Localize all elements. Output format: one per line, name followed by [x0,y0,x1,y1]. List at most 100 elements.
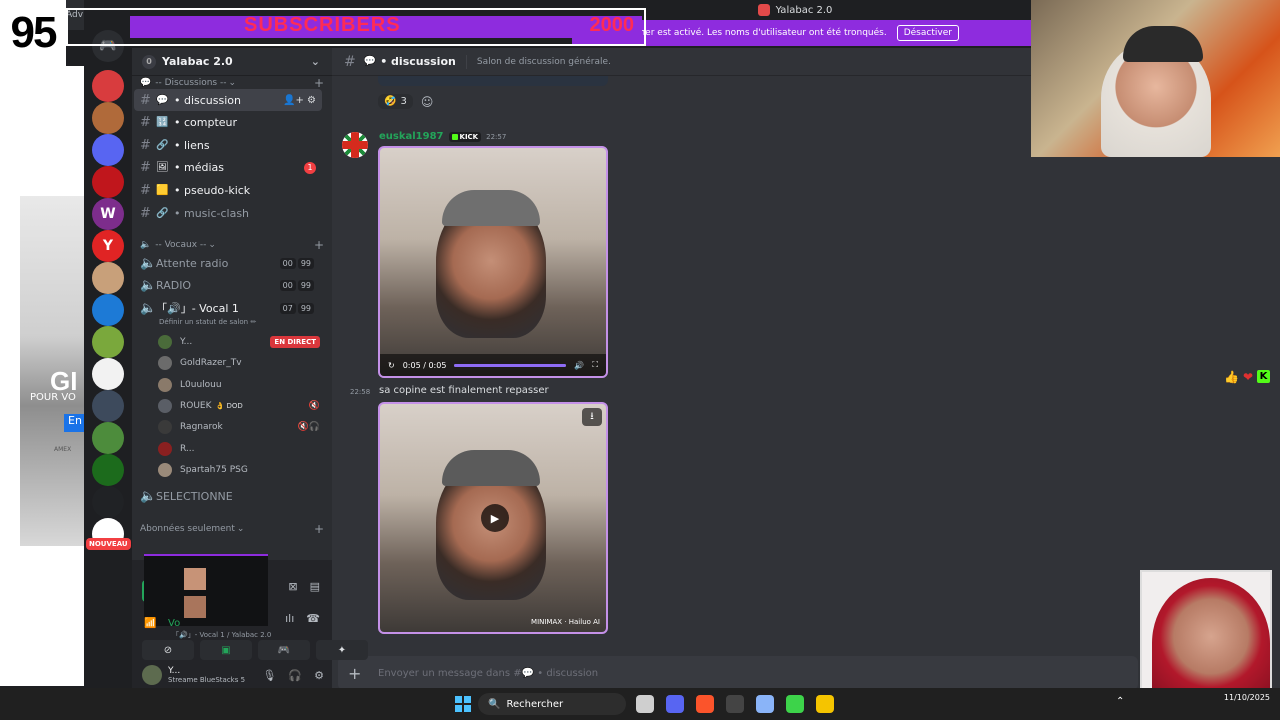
avatar[interactable] [158,398,172,413]
volume-icon[interactable]: 🔊 [574,361,584,370]
server-icon[interactable]: W [92,198,124,230]
camera-off-icon[interactable]: ⊘ [142,640,194,660]
download-icon[interactable]: ⭳ [582,408,602,426]
app-icon[interactable] [816,695,834,713]
voice-user[interactable]: Y... EN DIRECT [158,332,324,352]
voice-user[interactable]: Spartah75 PSG [158,460,324,480]
headphones-icon[interactable]: 🎧 [288,669,302,682]
avatar[interactable] [158,441,172,456]
gear-icon[interactable]: ⚙ [307,95,316,106]
server-icon[interactable] [92,262,124,294]
voice-channel-item[interactable]: 🔈 「🔊」- Vocal 1 07 99 [134,297,322,319]
screen-share-toggle-icon[interactable]: ▣ [200,640,252,660]
avatar[interactable] [158,420,172,435]
soundboard-icon[interactable]: ılı [285,612,294,625]
play-icon[interactable]: ▶ [481,504,509,532]
category-vocaux[interactable]: 🔈 -- Vocaux -- ⌄ + [140,238,324,252]
channel-sidebar: 0 Yalabac 2.0 ⌄ 💬 -- Discussions -- ⌄ + … [132,48,368,688]
channel-item[interactable]: # 🟨 • pseudo-kick [134,179,322,201]
current-user[interactable]: Y... Streame BlueStacks 5 🎙 🎧 ⚙ [132,662,332,688]
windows-start-icon[interactable] [455,696,471,712]
category-discussions[interactable]: 💬 -- Discussions -- ⌄ + [140,76,324,90]
avatar[interactable] [158,356,172,371]
chevron-down-icon[interactable]: ⌄ [311,55,320,68]
obs-icon[interactable] [726,695,744,713]
settings-icon[interactable] [756,695,774,713]
server-icon[interactable] [92,102,124,134]
channel-item[interactable]: # 🖼 • médias 1 [134,157,322,179]
add-attachment-icon[interactable]: + [348,664,362,683]
reaction-count: 3 [400,96,407,107]
voice-channel-status[interactable]: Définir un statut de salon ✏ [159,318,256,326]
add-channel-icon[interactable]: + [314,522,324,536]
server-header[interactable]: 0 Yalabac 2.0 ⌄ [132,48,332,76]
replay-icon[interactable]: ↻ [388,361,395,370]
message-input[interactable]: + Envoyer un message dans #💬 • discussio… [338,656,1138,690]
server-icon[interactable] [92,486,124,518]
stream-preview[interactable] [144,554,268,626]
server-icon[interactable]: Y [92,230,124,262]
invite-icon[interactable]: 👤+ [283,95,304,106]
soundboard-button-icon[interactable]: ✦ [316,640,368,660]
server-icon[interactable] [92,134,124,166]
brave-icon[interactable] [696,695,714,713]
video-time: 0:05 / 0:05 [402,360,447,370]
server-icon[interactable] [92,390,124,422]
reaction-laugh[interactable]: 🤣 3 [378,94,413,109]
voice-user[interactable]: L0uulouu [158,375,324,395]
taskbar-search[interactable]: 🔍 Rechercher [478,693,626,715]
voice-controls: ⊘ ▣ 🎮 ✦ [142,640,368,660]
server-icon[interactable] [92,358,124,390]
avatar[interactable] [158,377,172,392]
server-icon[interactable] [92,422,124,454]
avatar[interactable] [142,665,162,685]
home-icon[interactable]: 🎮 [92,30,124,62]
voice-channel-selectionne[interactable]: 🔈 SELECTIONNE [134,485,322,507]
channel-item[interactable]: # 🔗 • liens [134,134,322,156]
channel-item[interactable]: # 💬 • discussion 👤+ ⚙ [134,89,322,111]
video-attachment-1[interactable]: ↻ 0:05 / 0:05 🔊 ⛶ [378,146,608,378]
voice-user[interactable]: Ragnarok 🔇🎧 [158,417,324,437]
video-progress[interactable] [454,363,567,367]
category-abonnees[interactable]: Abonnées seulement ⌄ + [140,522,324,536]
voice-channel-item[interactable]: 🔈 Attente radio 00 99 [134,252,322,274]
voice-user[interactable]: ROUEK 👌 DOD 🔇 [158,396,324,416]
chevron-up-icon[interactable]: ⌃ [1116,696,1124,707]
discord-icon[interactable] [666,695,684,713]
server-icon[interactable] [92,70,124,102]
user-panel: F Éc ⊠ ▤ 📶 Vo 「🔊」- Vocal 1 / Yalabac 2.0… [132,554,368,688]
server-icon[interactable] [92,326,124,358]
clock[interactable]: 11/10/2025 [1224,692,1270,704]
add-reaction-icon[interactable]: ☺ [421,95,434,109]
ad-button[interactable]: En [64,414,84,432]
stop-share-icon[interactable]: ⊠ [288,580,297,593]
message-author[interactable]: euskal1987 [379,131,444,142]
task-view-icon[interactable] [636,695,654,713]
avatar[interactable] [158,335,172,349]
voice-user[interactable]: R... [158,439,324,459]
avatar[interactable] [342,132,368,158]
gear-icon[interactable]: ⚙ [314,669,324,682]
mic-icon[interactable]: 🎙 [262,669,276,682]
add-channel-icon[interactable]: + [314,76,324,90]
video-attachment-2[interactable]: ▶ ⭳ MINIMAX · Hailuo AI [378,402,608,634]
bluestacks-icon[interactable] [786,695,804,713]
chevron-down-icon: ⌄ [228,78,237,88]
activity-icon[interactable]: 🎮 [258,640,310,660]
server-icon[interactable] [92,166,124,198]
speaker-icon: 🔈 [140,300,157,316]
server-icon[interactable] [92,454,124,486]
avatar[interactable] [158,462,172,477]
server-icon[interactable] [92,294,124,326]
disconnect-icon[interactable]: ☎ [306,612,320,625]
disable-streamer-mode-button[interactable]: Désactiver [896,25,959,41]
voice-channel-item[interactable]: 🔈 RADIO 00 99 [134,275,322,297]
channel-item[interactable]: # 🔢 • compteur [134,112,322,134]
add-channel-icon[interactable]: + [314,238,324,252]
voice-connected-channel[interactable]: 「🔊」- Vocal 1 / Yalabac 2.0 [172,630,271,640]
fullscreen-icon[interactable]: ⛶ [592,360,598,370]
voice-user[interactable]: GoldRazer_Tv [158,353,324,373]
settings-share-icon[interactable]: ▤ [310,580,320,593]
guest-figure [1152,578,1270,703]
channel-item[interactable]: # 🔗 • music-clash [134,202,322,224]
